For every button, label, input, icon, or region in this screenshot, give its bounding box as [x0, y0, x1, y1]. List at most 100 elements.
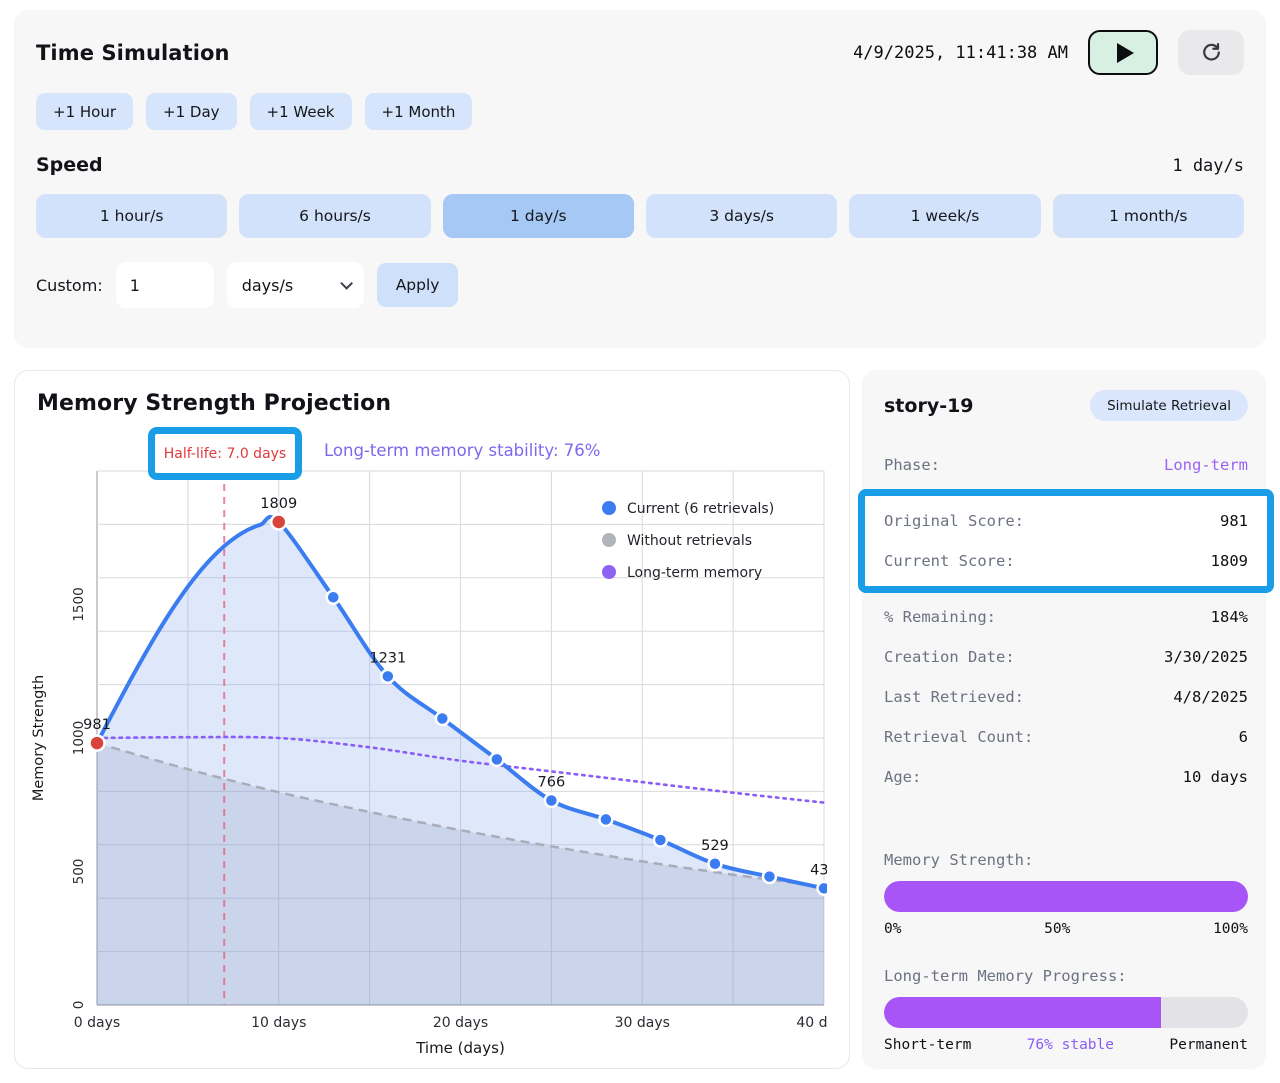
speed-1-month-button[interactable]: 1 month/s [1053, 194, 1244, 238]
current-datetime: 4/9/2025, 11:41:38 AM [853, 43, 1068, 63]
longterm-progress-bar-fill [884, 997, 1161, 1028]
retrieval-count-row: Retrieval Count: 6 [884, 717, 1248, 757]
speed-header: Speed 1 day/s [36, 154, 1244, 176]
panel-title: Time Simulation [36, 41, 230, 65]
halflife-label: Half-life: 7.0 days [164, 446, 286, 462]
svg-text:1500: 1500 [71, 587, 87, 621]
retrieval-count-value: 6 [1239, 728, 1248, 746]
svg-text:0: 0 [71, 1001, 87, 1010]
remaining-row: % Remaining: 184% [884, 597, 1248, 637]
longterm-progress-block: Long-term Memory Progress: Short-term 76… [884, 967, 1248, 1053]
age-row: Age: 10 days [884, 757, 1248, 797]
memory-id: story-19 [884, 395, 974, 417]
svg-text:437: 437 [810, 862, 827, 878]
last-retrieved-value: 4/8/2025 [1173, 688, 1248, 706]
creation-date-value: 3/30/2025 [1164, 648, 1248, 666]
svg-text:766: 766 [538, 774, 566, 790]
memory-strength-chart: 981 1809 1231 766 529 437 Current (6 retrieval… [15, 431, 827, 1061]
svg-text:30 days: 30 days [615, 1015, 670, 1031]
scale-100: 100% [1213, 921, 1248, 937]
last-retrieved-label: Last Retrieved: [884, 688, 1024, 706]
original-score-row: Original Score: 981 [884, 501, 1248, 541]
retrieval-count-label: Retrieval Count: [884, 728, 1033, 746]
play-icon [1117, 43, 1134, 63]
permanent-label: Permanent [1169, 1037, 1248, 1053]
current-score-row: Current Score: 1809 [884, 541, 1248, 581]
svg-text:981: 981 [83, 717, 111, 733]
svg-text:20 days: 20 days [433, 1015, 488, 1031]
current-score-value: 1809 [1211, 552, 1248, 570]
chart-title: Memory Strength Projection [37, 391, 849, 416]
age-label: Age: [884, 768, 921, 786]
age-value: 10 days [1183, 768, 1248, 786]
time-simulation-panel: Time Simulation 4/9/2025, 11:41:38 AM +1… [14, 10, 1266, 348]
speed-1-week-button[interactable]: 1 week/s [849, 194, 1040, 238]
remaining-label: % Remaining: [884, 608, 996, 626]
memory-detail-rows: Phase: Long-term Original Score: 981 Cur… [884, 445, 1248, 797]
svg-text:Long-term memory: Long-term memory [627, 565, 762, 581]
custom-unit-value: days/s [242, 276, 294, 295]
phase-label: Phase: [884, 456, 940, 474]
custom-speed-label: Custom: [36, 276, 103, 295]
reset-button[interactable] [1178, 30, 1244, 75]
memory-strength-bar-scale: 0% 50% 100% [884, 921, 1248, 937]
annotation-box-halflife: Half-life: 7.0 days [148, 427, 302, 480]
memory-strength-bar-label: Memory Strength: [884, 851, 1248, 869]
current-score-label: Current Score: [884, 552, 1015, 570]
remaining-value: 184% [1211, 608, 1248, 626]
jump-1-day-button[interactable]: +1 Day [146, 93, 237, 130]
jump-1-hour-button[interactable]: +1 Hour [36, 93, 133, 130]
play-button[interactable] [1088, 30, 1158, 75]
memory-details-panel: story-19 Simulate Retrieval Phase: Long-… [862, 370, 1266, 1069]
speed-6-hours-button[interactable]: 6 hours/s [239, 194, 430, 238]
longterm-progress-label: Long-term Memory Progress: [884, 967, 1248, 985]
original-score-value: 981 [1220, 512, 1248, 530]
svg-text:Current (6 retrievals): Current (6 retrievals) [627, 501, 774, 517]
svg-text:Without retrievals: Without retrievals [627, 533, 752, 549]
scale-0: 0% [884, 921, 901, 937]
svg-text:1000: 1000 [71, 721, 87, 755]
svg-text:10 days: 10 days [251, 1015, 306, 1031]
svg-text:1231: 1231 [369, 650, 406, 666]
svg-text:40 days: 40 days [796, 1015, 827, 1031]
custom-speed-row: Custom: days/s Apply [36, 262, 1244, 308]
creation-date-label: Creation Date: [884, 648, 1015, 666]
annotation-box-scores: Original Score: 981 Current Score: 1809 [858, 489, 1274, 593]
time-controls: 4/9/2025, 11:41:38 AM [853, 30, 1244, 75]
memory-strength-bar-block: Memory Strength: 0% 50% 100% [884, 851, 1248, 937]
main-content: Memory Strength Projection Half-life: 7.… [14, 370, 1266, 1069]
scale-50: 50% [1044, 921, 1070, 937]
chevron-down-icon [340, 277, 353, 290]
speed-1-hour-button[interactable]: 1 hour/s [36, 194, 227, 238]
stable-percent-label: 76% stable [1027, 1037, 1114, 1053]
speed-title: Speed [36, 154, 103, 176]
longterm-progress-scale: Short-term 76% stable Permanent [884, 1037, 1248, 1053]
memory-strength-chart-card: Memory Strength Projection Half-life: 7.… [14, 370, 850, 1069]
time-simulation-header: Time Simulation 4/9/2025, 11:41:38 AM [36, 30, 1244, 75]
creation-date-row: Creation Date: 3/30/2025 [884, 637, 1248, 677]
shortterm-label: Short-term [884, 1037, 971, 1053]
svg-text:529: 529 [701, 838, 729, 854]
phase-value: Long-term [1164, 456, 1248, 474]
svg-text:Memory Strength: Memory Strength [31, 675, 47, 801]
memory-strength-bar [884, 881, 1248, 912]
svg-text:0 days: 0 days [74, 1015, 120, 1031]
current-speed-value: 1 day/s [1172, 156, 1244, 176]
phase-row: Phase: Long-term [884, 445, 1248, 485]
svg-text:Time (days): Time (days) [415, 1039, 505, 1057]
jump-1-month-button[interactable]: +1 Month [365, 93, 473, 130]
longterm-progress-bar [884, 997, 1248, 1028]
speed-3-days-button[interactable]: 3 days/s [646, 194, 837, 238]
jump-1-week-button[interactable]: +1 Week [250, 93, 352, 130]
svg-text:500: 500 [71, 859, 87, 885]
speed-1-day-button[interactable]: 1 day/s [443, 194, 634, 238]
last-retrieved-row: Last Retrieved: 4/8/2025 [884, 677, 1248, 717]
speed-options: 1 hour/s 6 hours/s 1 day/s 3 days/s 1 we… [36, 194, 1244, 238]
custom-speed-input[interactable] [116, 262, 214, 308]
simulate-retrieval-button[interactable]: Simulate Retrieval [1090, 390, 1248, 421]
apply-button[interactable]: Apply [377, 263, 459, 307]
svg-text:1809: 1809 [260, 496, 297, 512]
time-jump-buttons: +1 Hour +1 Day +1 Week +1 Month [36, 93, 1244, 130]
page: Time Simulation 4/9/2025, 11:41:38 AM +1… [0, 0, 1280, 1079]
custom-unit-select[interactable]: days/s [227, 262, 364, 308]
